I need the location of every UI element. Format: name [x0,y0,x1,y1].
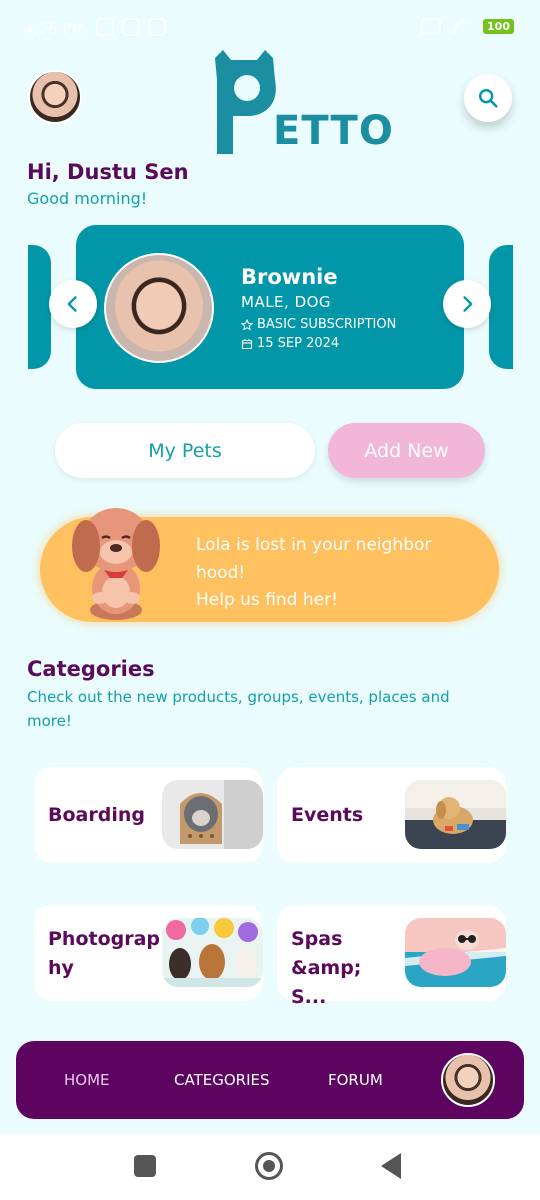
star-icon [241,318,253,331]
category-image-boarding [162,780,263,849]
petto-logo: ETTO [205,40,393,160]
profile-avatar[interactable] [28,70,82,124]
bottom-navigation: HOME CATEGORIES FORUM [16,1041,524,1119]
lost-pet-line: Lola is lost in your neighbor [196,535,432,555]
category-label: Spas &amp; S... [291,928,362,1008]
notification-icon [122,18,140,36]
pet-card[interactable]: Brownie MALE, DOG BASIC SUBSCRIPTION 15 … [76,225,464,389]
category-card-events[interactable]: Events [277,767,506,863]
category-label: Photograp hy [48,928,161,979]
next-pet-card[interactable] [489,245,513,369]
my-pets-button[interactable]: My Pets [55,423,315,478]
notification-icon [96,18,114,36]
pet-date: 15 SEP 2024 [241,336,339,351]
pet-photo [104,253,214,363]
pet-subscription: BASIC SUBSCRIPTION [241,317,396,332]
category-card-photography[interactable]: Photograp hy [34,905,263,1001]
category-card-boarding[interactable]: Boarding [34,767,263,863]
categories-subtitle: Check out the new products, groups, even… [27,688,450,730]
nav-categories[interactable]: CATEGORIES [174,1071,270,1089]
pet-name: Brownie [241,265,338,289]
lost-pet-line: Help us find her! [196,590,338,610]
sim-icon [421,18,442,34]
battery-icon: 100 [483,18,514,34]
calendar-icon [241,338,253,349]
category-label: Boarding [48,804,145,826]
lost-pet-line: hood! [196,562,246,583]
search-button[interactable] [464,74,512,122]
puppy-illustration [72,508,160,620]
category-label: Events [291,804,364,826]
pet-subscription-label: BASIC SUBSCRIPTION [257,317,397,332]
greeting-subtitle: Good morning! [27,189,148,208]
logo-cat-p-icon [215,50,276,154]
status-time: 4:26 PM [24,20,85,38]
add-new-button[interactable]: Add New [328,423,485,478]
pet-date-label: 15 SEP 2024 [257,336,340,351]
categories-title: Categories [27,657,155,681]
greeting-name: Hi, Dustu Sen [27,160,189,184]
back-button[interactable] [381,1153,401,1179]
notification-icons [96,18,166,36]
chevron-right-icon [463,296,473,312]
nav-forum[interactable]: FORUM [328,1071,383,1089]
status-right: 100 [421,18,514,34]
category-image-spas [405,918,506,987]
carousel-next-button[interactable] [443,280,491,328]
nav-home[interactable]: HOME [64,1071,110,1089]
logo-text: ETTO [273,108,394,154]
home-button[interactable] [255,1152,283,1180]
search-icon [479,89,498,108]
nav-profile-avatar[interactable] [441,1053,495,1107]
category-image-photography [162,918,263,987]
previous-pet-card[interactable] [0,245,51,369]
category-image-events [405,780,506,849]
category-card-spas[interactable]: Spas &amp; S... [277,905,506,1008]
notification-icon [148,18,166,36]
carousel-prev-button[interactable] [49,280,97,328]
recent-apps-button[interactable] [134,1155,156,1177]
pet-gender-type: MALE, DOG [241,293,332,311]
wifi-icon [451,18,474,34]
chevron-left-icon [67,296,77,312]
lost-pet-message: Lola is lost in your neighbor hood! Help… [196,532,481,615]
